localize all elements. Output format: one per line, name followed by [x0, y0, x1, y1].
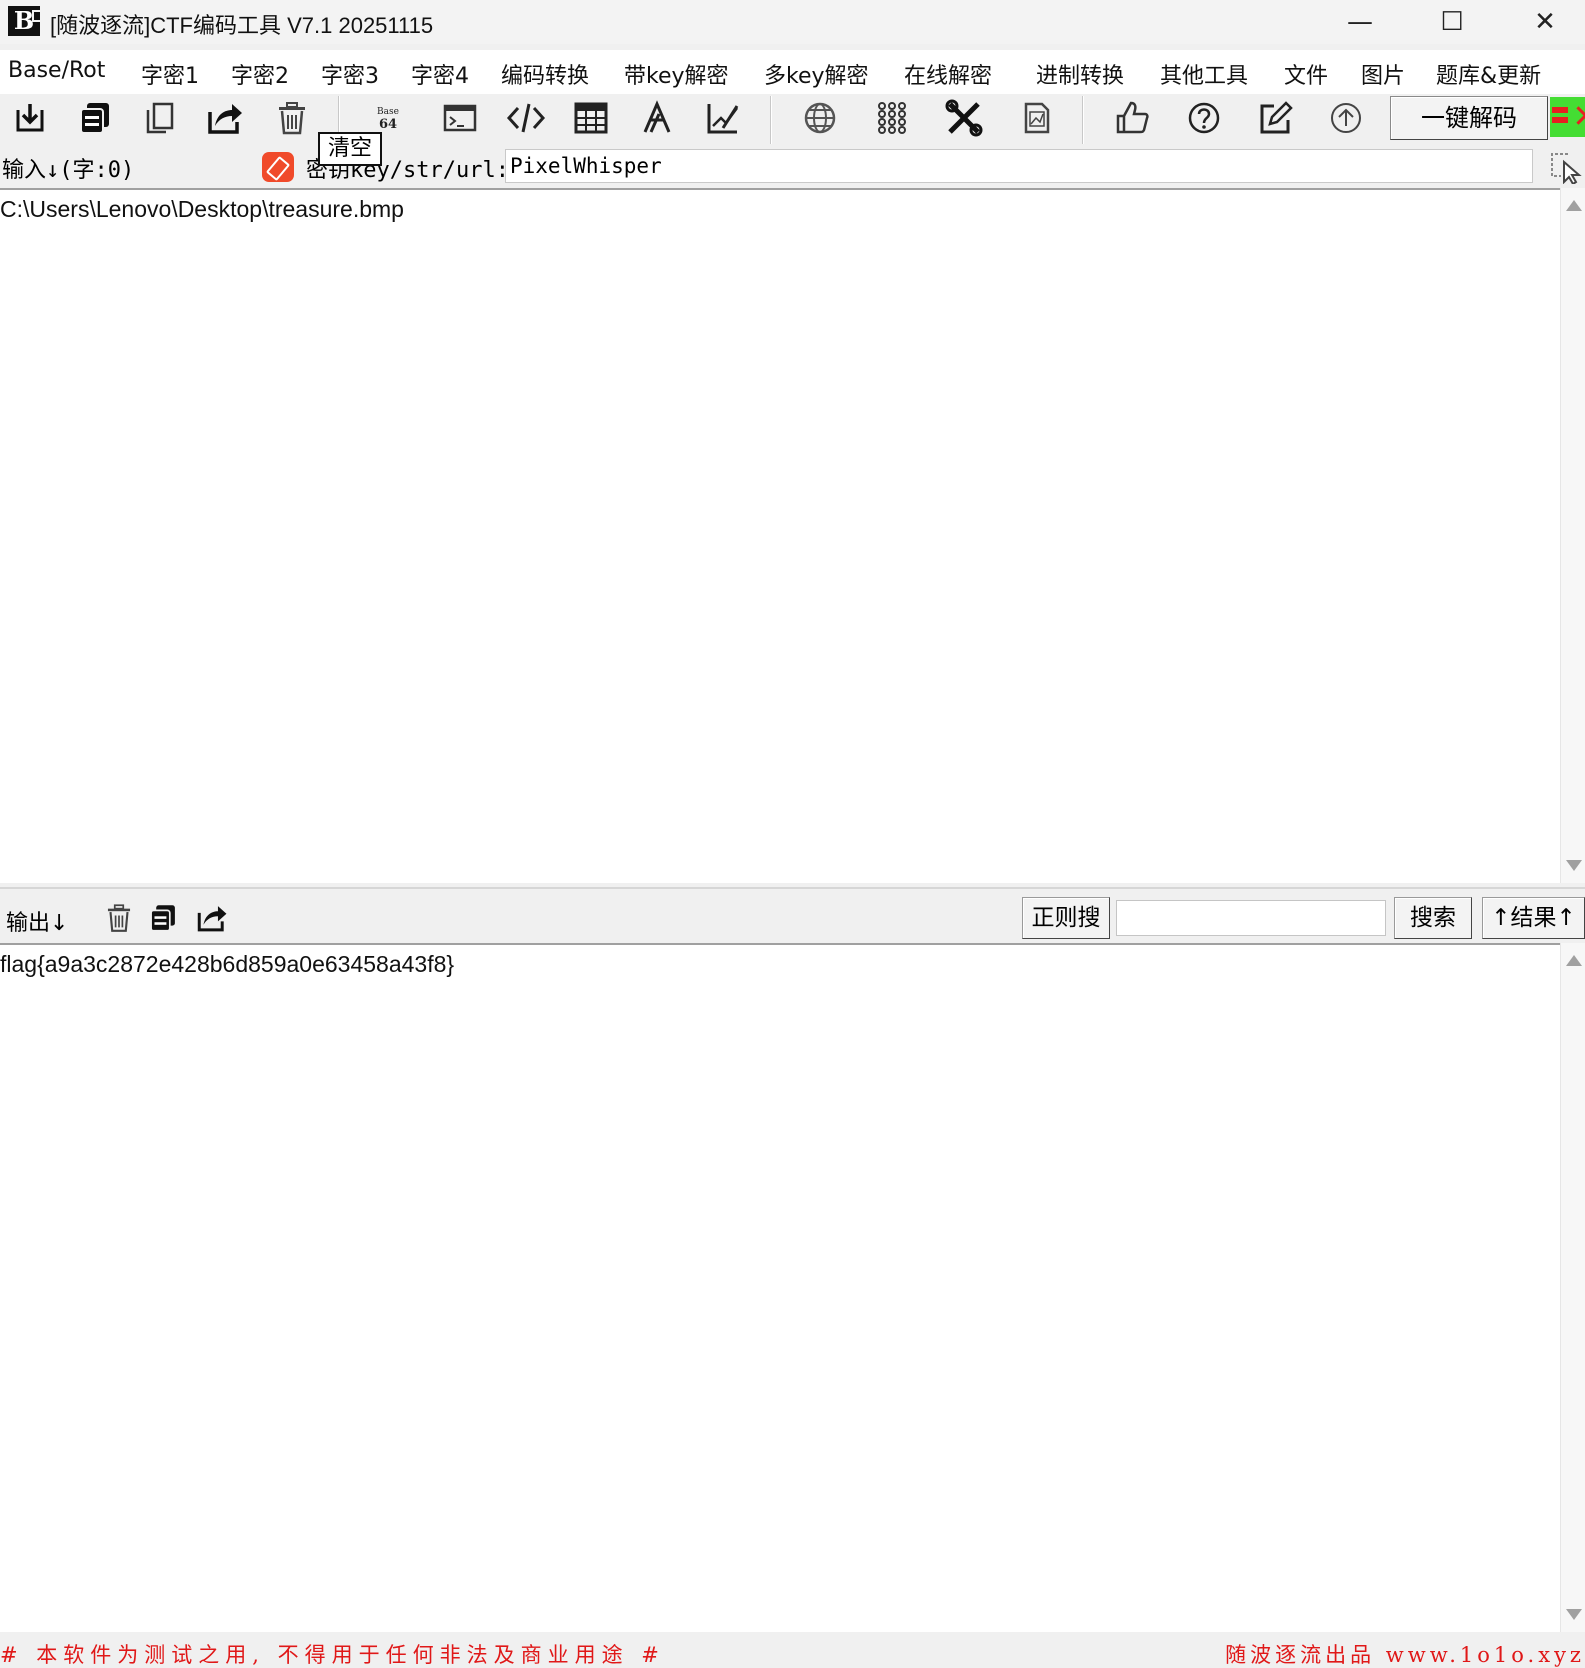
- menu-zimi-4[interactable]: 字密4: [411, 58, 469, 90]
- input-scrollbar[interactable]: [1560, 188, 1585, 883]
- menu-zimi-2[interactable]: 字密2: [231, 58, 289, 90]
- tools-icon[interactable]: [944, 98, 984, 138]
- code-icon[interactable]: [506, 98, 546, 138]
- clear-tooltip: 清空: [318, 132, 382, 166]
- output-share-icon[interactable]: [195, 901, 229, 935]
- search-button[interactable]: 搜索: [1394, 897, 1472, 939]
- select-cursor-icon[interactable]: [1548, 150, 1582, 186]
- share-icon[interactable]: [205, 98, 245, 138]
- menu-file[interactable]: 文件: [1284, 58, 1328, 90]
- menu-key-decrypt[interactable]: 带key解密: [624, 58, 729, 90]
- terminal-icon[interactable]: [440, 98, 480, 138]
- menu-bank-update[interactable]: 题库&更新: [1436, 58, 1541, 90]
- toolbar-separator: [1082, 96, 1084, 144]
- title-bar: B [随波逐流]CTF编码工具 V7.1 20251115 — ☐ ✕: [0, 0, 1585, 44]
- input-textarea[interactable]: C:\Users\Lenovo\Desktop\treasure.bmp: [0, 188, 1560, 883]
- credits-link[interactable]: 随波逐流出品 www.1o1o.xyz: [1225, 1639, 1585, 1668]
- help-icon[interactable]: [1184, 98, 1224, 138]
- copy-icon[interactable]: [75, 98, 115, 138]
- app-logo-icon: B: [8, 6, 42, 36]
- toolbar-separator: [770, 96, 772, 144]
- output-copy-icon[interactable]: [146, 901, 180, 935]
- output-bar: 输出↓ 正则搜 搜索 ↑结果↑: [0, 887, 1585, 943]
- menu-other-tools[interactable]: 其他工具: [1160, 58, 1248, 90]
- search-input[interactable]: [1116, 900, 1386, 936]
- globe-icon[interactable]: [800, 98, 840, 138]
- minimize-button[interactable]: —: [1320, 0, 1400, 44]
- edit-icon[interactable]: [1256, 98, 1296, 138]
- import-icon[interactable]: [10, 98, 50, 138]
- menu-zimi-3[interactable]: 字密3: [321, 58, 379, 90]
- scroll-up-arrow-icon[interactable]: [1566, 200, 1582, 211]
- paste-icon[interactable]: [140, 98, 180, 138]
- menu-base-rot[interactable]: Base/Rot: [8, 58, 105, 83]
- menu-online[interactable]: 在线解密: [904, 58, 992, 90]
- input-label: 输入↓(字:0): [2, 158, 135, 183]
- scroll-up-arrow-icon[interactable]: [1566, 955, 1582, 966]
- document-icon[interactable]: [1016, 98, 1056, 138]
- scroll-down-arrow-icon[interactable]: [1566, 860, 1582, 871]
- output-label: 输出↓: [6, 911, 69, 936]
- output-trash-icon[interactable]: [102, 901, 136, 935]
- menu-encoding[interactable]: 编码转换: [501, 58, 589, 90]
- upload-icon[interactable]: [1326, 98, 1366, 138]
- grid-icon[interactable]: [872, 98, 912, 138]
- base64-icon-top: Base: [377, 107, 399, 117]
- toolbar: Base 64: [0, 94, 1585, 144]
- edit-chart-icon[interactable]: [703, 98, 743, 138]
- key-input[interactable]: PixelWhisper: [505, 149, 1533, 183]
- status-indicator-icon[interactable]: [1550, 97, 1585, 137]
- menu-bar: Base/Rot 字密1 字密2 字密3 字密4 编码转换 带key解密 多ke…: [0, 50, 1585, 94]
- scroll-down-arrow-icon[interactable]: [1566, 1609, 1582, 1620]
- output-scrollbar[interactable]: [1560, 943, 1585, 1632]
- maximize-button[interactable]: ☐: [1412, 0, 1492, 44]
- output-textarea[interactable]: flag{a9a3c2872e428b6d859a0e63458a43f8}: [0, 943, 1560, 1632]
- table-icon[interactable]: [571, 98, 611, 138]
- result-up-button[interactable]: ↑结果↑: [1482, 897, 1585, 939]
- input-text: C:\Users\Lenovo\Desktop\treasure.bmp: [0, 196, 404, 222]
- eraser-icon[interactable]: [262, 152, 294, 182]
- trash-icon[interactable]: [272, 98, 312, 138]
- footer-bar: # 本软件为测试之用, 不得用于任何非法及商业用途 # 随波逐流出品 www.1…: [0, 1632, 1585, 1668]
- font-icon[interactable]: [637, 98, 677, 138]
- regex-search-button[interactable]: 正则搜: [1022, 897, 1110, 939]
- one-click-decode-button[interactable]: 一键解码: [1390, 96, 1548, 140]
- window-title: [随波逐流]CTF编码工具 V7.1 20251115: [50, 13, 434, 38]
- base64-icon-bottom: 64: [379, 117, 397, 132]
- key-row: 输入↓(字:0) 密钥key/str/url: PixelWhisper: [0, 146, 1585, 186]
- menu-radix[interactable]: 进制转换: [1036, 58, 1124, 90]
- menu-image[interactable]: 图片: [1361, 58, 1405, 90]
- thumbs-up-icon[interactable]: [1112, 98, 1152, 138]
- disclaimer-text: # 本软件为测试之用, 不得用于任何非法及商业用途 #: [0, 1643, 665, 1667]
- output-text: flag{a9a3c2872e428b6d859a0e63458a43f8}: [0, 951, 455, 977]
- close-button[interactable]: ✕: [1505, 0, 1585, 44]
- menu-multikey[interactable]: 多key解密: [764, 58, 869, 90]
- menu-zimi-1[interactable]: 字密1: [141, 58, 199, 90]
